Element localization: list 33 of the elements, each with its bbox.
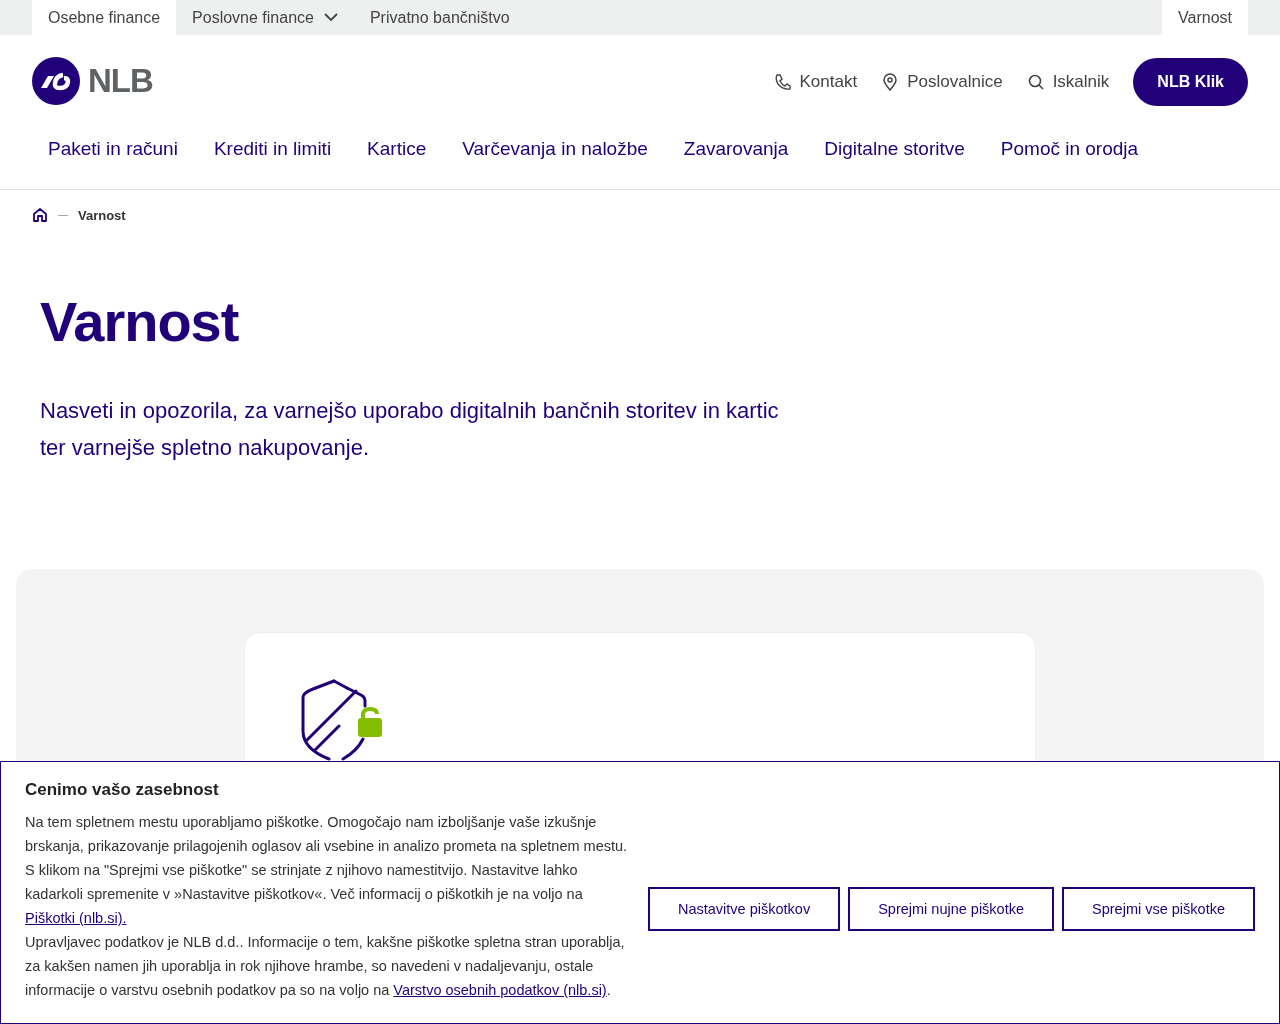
page-tab[interactable]: Varnost xyxy=(1162,0,1248,35)
location-pin-icon xyxy=(881,73,900,91)
header-link[interactable]: Iskalnik xyxy=(1026,72,1110,92)
phone-icon xyxy=(773,73,792,91)
segment-tab[interactable]: Poslovne finance xyxy=(176,0,354,35)
nav-link[interactable]: Krediti in limiti xyxy=(213,138,332,160)
privacy-link[interactable]: Piškotki (nlb.si). xyxy=(25,910,127,926)
nav-link[interactable]: Varčevanja in naložbe xyxy=(462,138,648,160)
cookie-title: Cenimo vašo zasebnost xyxy=(25,780,220,800)
logo-text: NLB xyxy=(88,62,153,100)
cookie-text: Na tem spletnem mestu uporabljamo piškotke. Omogočajo nam izboljšanje vaše izkušnje brskanja, prikazovanje prilagojenih oglasov ali vsebine in analizo prometa na spletnem mestu. S klikom na "Sprejmi vse piškotke" se strinjate z njihovo namestitvijo. Nastavitve lahko kadarkoli spremenite v »Nastavitve piškotkov«. Več informacij o piškotkih je na voljo na Piškotki (nlb.si). xyxy=(25,813,629,928)
nav-link[interactable]: Kartice xyxy=(367,138,427,160)
header-link[interactable]: Kontakt xyxy=(773,72,858,92)
cookie-button[interactable]: Nastavitve piškotkov xyxy=(647,886,841,931)
nav-link[interactable]: Paketi in računi xyxy=(48,138,178,160)
breadcrumb-current: Varnost xyxy=(78,207,126,223)
logo-mark-icon xyxy=(32,57,80,105)
header-link[interactable]: Poslovalnice xyxy=(881,72,1003,92)
breadcrumb-separator xyxy=(58,214,68,216)
page-title: Varnost xyxy=(40,289,240,355)
segment-tab[interactable]: Osebne finance xyxy=(32,0,177,35)
cookie-button[interactable]: Sprejmi vse piškotke xyxy=(1062,886,1255,931)
segment-tab[interactable]: Privatno bančništvo xyxy=(353,0,526,35)
cookie-button[interactable]: Sprejmi nujne piškotke xyxy=(848,886,1055,931)
cookie-text: Upravljavec podatkov je NLB d.d.. Informacije o tem, kakšne piškotke spletna stran uporablja, za kakšen namen jih uporablja in rok njihove hrambe, so navedeni v nadaljevanju, ostale informacije o varstvu osebnih podatkov pa so na voljo na Varstvo osebnih podatkov (nlb.si). xyxy=(25,933,626,1000)
login-button[interactable]: NLB Klik xyxy=(1133,58,1248,106)
search-icon xyxy=(1026,73,1045,91)
privacy-link[interactable]: Varstvo osebnih podatkov (nlb.si) xyxy=(393,982,607,998)
page-intro: Nasveti in opozorila, za varnejšo uporabo digitalnih bančnih storitev in kartic ter varnejše spletno nakupovanje. xyxy=(40,397,780,462)
nav-link[interactable]: Zavarovanja xyxy=(683,138,789,160)
nav-link[interactable]: Digitalne storitve xyxy=(824,138,965,160)
nav-link[interactable]: Pomoč in orodja xyxy=(1000,138,1139,160)
logo[interactable]: NLB xyxy=(32,57,153,105)
